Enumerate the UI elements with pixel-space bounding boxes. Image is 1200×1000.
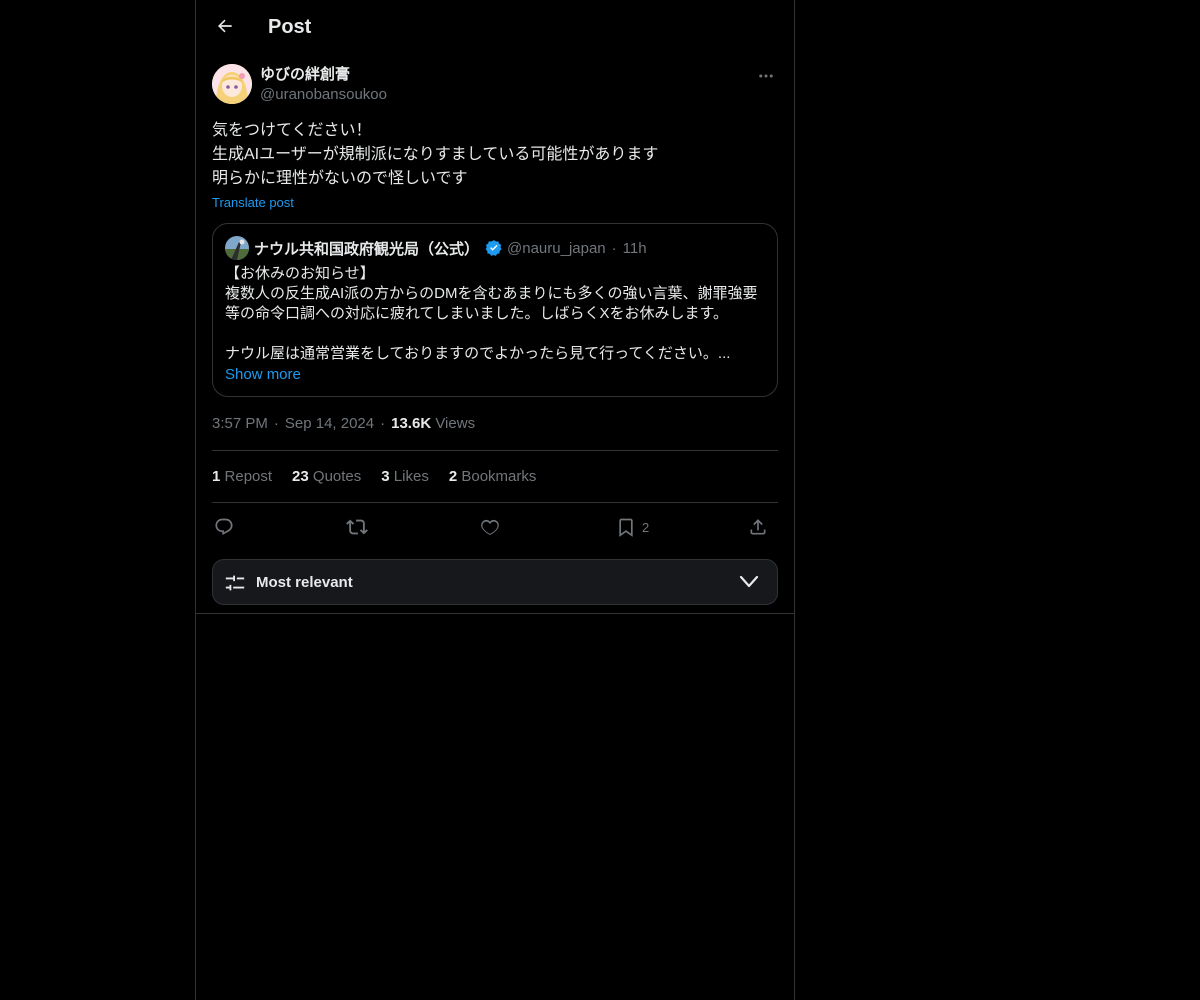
quoted-text-line: ナウル屋は通常営業をしておりますのでよかったら見て行ってください。... — [225, 345, 731, 362]
show-more-link[interactable]: Show more — [225, 365, 301, 385]
quoted-text-line — [225, 324, 765, 344]
reply-button[interactable] — [214, 516, 234, 538]
avatar-image — [212, 64, 252, 104]
quoted-author-handle: @nauru_japan — [507, 239, 606, 257]
post-text-line: 明らかに理性がないので怪しいです — [212, 170, 468, 187]
more-icon — [759, 74, 773, 78]
bookmark-count: 2 — [642, 519, 650, 535]
translate-post-link[interactable]: Translate post — [212, 194, 294, 212]
author-name[interactable]: ゆびの絆創膏 — [260, 65, 350, 85]
verified-badge-icon — [485, 239, 503, 257]
bookmarks-count: 2 — [448, 468, 458, 485]
quotes-stat[interactable]: 23 Quotes — [292, 467, 361, 487]
quoted-avatar[interactable] — [225, 236, 249, 260]
quotes-label: Quotes — [312, 468, 362, 485]
post-stats: 1 Repost 23 Quotes 3 Likes 2 Bookmarks — [212, 467, 556, 487]
reposts-count: 1 — [212, 468, 221, 485]
divider — [196, 613, 794, 614]
page-header: Post — [196, 0, 794, 53]
sort-label: Most relevant — [256, 574, 353, 591]
post-time[interactable]: 3:57 PM — [212, 415, 268, 432]
post-date[interactable]: Sep 14, 2024 — [285, 415, 374, 432]
divider — [212, 450, 778, 451]
post-author: ゆびの絆創膏 @uranobansoukoo — [212, 64, 778, 108]
author-handle[interactable]: @uranobansoukoo — [260, 85, 387, 105]
separator-dot: · — [380, 415, 386, 432]
bookmarks-label: Bookmarks — [461, 468, 537, 485]
main-column: Post ゆびの絆創膏 @uranobansoukoo 気をつけてください！ 生… — [195, 0, 795, 1000]
divider — [212, 502, 778, 503]
sliders-icon — [224, 572, 246, 599]
chevron-down-icon — [739, 574, 759, 595]
post-actions: 2 — [212, 510, 778, 544]
quoted-post-header: ナウル共和国政府観光局（公式） @nauru_japan · 11h — [225, 236, 647, 260]
back-button[interactable] — [208, 9, 242, 43]
share-button[interactable] — [748, 516, 768, 538]
post-meta: 3:57 PM · Sep 14, 2024 · 13.6K Views — [212, 414, 475, 434]
separator-dot: · — [611, 239, 617, 257]
more-options-button[interactable] — [754, 64, 778, 88]
views-label: Views — [435, 415, 476, 432]
reposts-stat[interactable]: 1 Repost — [212, 467, 272, 487]
quoted-post-text: 【お休みのお知らせ】 複数人の反生成AI派の方からのDMを含むあまりにも多くの強… — [225, 264, 765, 364]
reply-sort-dropdown[interactable]: Most relevant — [212, 559, 778, 605]
quoted-text-line: 複数人の反生成AI派の方からのDMを含むあまりにも多くの強い言葉、謝罪強要 — [225, 285, 758, 302]
reply-icon — [215, 518, 233, 535]
quotes-count: 23 — [292, 468, 309, 485]
separator-dot: · — [273, 415, 279, 432]
likes-label: Likes — [393, 468, 429, 485]
post-text-line: 生成AIユーザーが規制派になりすましている可能性があります — [212, 146, 659, 163]
arrow-left-icon — [218, 19, 232, 33]
quoted-author-name: ナウル共和国政府観光局（公式） — [254, 240, 480, 258]
post-text-line: 気をつけてください！ — [212, 122, 372, 139]
bookmarks-stat[interactable]: 2 Bookmarks — [449, 467, 537, 487]
quoted-text-line: 【お休みのお知らせ】 — [225, 265, 375, 282]
page-title: Post — [268, 16, 312, 38]
quoted-avatar-image — [225, 236, 249, 260]
like-button[interactable] — [480, 516, 500, 538]
repost-icon — [346, 519, 368, 535]
bookmark-icon — [619, 518, 633, 537]
share-icon — [750, 519, 766, 535]
likes-stat[interactable]: 3 Likes — [381, 467, 429, 487]
bookmark-button[interactable]: 2 — [616, 516, 649, 538]
views-count: 13.6K — [391, 415, 432, 432]
quoted-post[interactable]: ナウル共和国政府観光局（公式） @nauru_japan · 11h 【お休みの… — [212, 223, 778, 397]
heart-icon — [481, 519, 499, 535]
post-text: 気をつけてください！ 生成AIユーザーが規制派になりすましている可能性があります… — [212, 119, 778, 191]
repost-button[interactable] — [346, 516, 368, 538]
quoted-post-time: 11h — [622, 239, 647, 257]
quoted-text-line: 等の命令口調への対応に疲れてしまいました。しばらくXをお休みします。 — [225, 305, 729, 322]
reposts-label: Repost — [224, 468, 273, 485]
likes-count: 3 — [381, 468, 390, 485]
avatar[interactable] — [212, 64, 252, 104]
